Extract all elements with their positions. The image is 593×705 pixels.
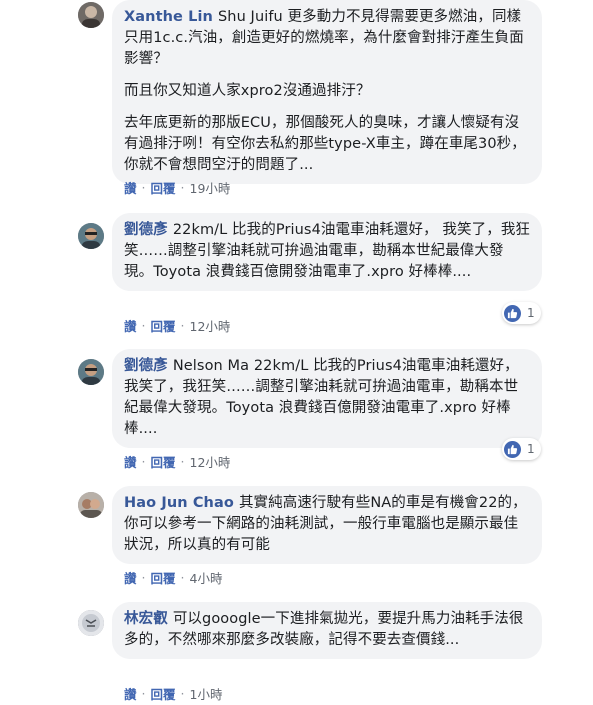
reply-button[interactable]: 回覆 bbox=[151, 452, 176, 471]
reaction-count[interactable]: 1 bbox=[502, 302, 541, 324]
comment-bubble: 劉德彥 22km/L 比我的Prius4油電車油耗還好， 我笑了，我狂笑……調整引… bbox=[112, 213, 542, 291]
comment-author-link[interactable]: Xanthe Lin bbox=[124, 9, 213, 25]
separator-dot: · bbox=[141, 570, 146, 585]
like-button[interactable]: 讚 bbox=[124, 316, 137, 335]
separator-dot: · bbox=[141, 318, 146, 333]
separator-dot: · bbox=[141, 180, 146, 195]
commenter-avatar[interactable] bbox=[78, 2, 104, 28]
commenter-avatar[interactable] bbox=[78, 610, 104, 636]
comment-text-3: 去年底更新的那版ECU，那個酸死人的臭味，才讓人懷疑有沒有過排汙咧！有空你去私約… bbox=[124, 115, 526, 173]
like-icon bbox=[504, 440, 521, 458]
separator-dot: · bbox=[141, 454, 146, 469]
comment-timestamp[interactable]: 12小時 bbox=[190, 452, 231, 471]
comment-text-2: 而且你又知道人家xpro2沒通過排汙？ bbox=[124, 83, 371, 99]
comment-paragraph: Hao Jun Chao 其實純高速行駛有些NA的車是有機會22的，你可以參考一下… bbox=[124, 493, 530, 556]
commenter-avatar[interactable] bbox=[78, 359, 104, 385]
separator-dot: · bbox=[180, 180, 185, 195]
comment-actions: 讚 · 回覆 · 19小時 bbox=[124, 178, 230, 197]
comment-author-link[interactable]: 林宏叡 bbox=[124, 611, 168, 627]
comment-paragraph: Xanthe Lin Shu Juifu 更多動力不見得需要更多燃油，同樣只用1c… bbox=[124, 7, 530, 70]
reaction-count[interactable]: 1 bbox=[502, 438, 541, 460]
comment-paragraph: 劉德彥 22km/L 比我的Prius4油電車油耗還好， 我笑了，我狂笑……調整引… bbox=[124, 220, 530, 283]
commenter-avatar[interactable] bbox=[78, 223, 104, 249]
commenter-avatar[interactable] bbox=[78, 492, 104, 518]
comment-actions: 讚 · 回覆 · 1小時 bbox=[124, 684, 222, 703]
reply-button[interactable]: 回覆 bbox=[151, 568, 176, 587]
comment-author-link[interactable]: 劉德彥 bbox=[124, 222, 168, 238]
comment-bubble: Hao Jun Chao 其實純高速行駛有些NA的車是有機會22的，你可以參考一下… bbox=[112, 486, 542, 564]
like-button[interactable]: 讚 bbox=[124, 568, 137, 587]
comment-bubble: 林宏叡 可以gooogle一下進排氣拋光，要提升馬力油耗手法很多的，不然哪來那麼多… bbox=[112, 602, 542, 659]
like-button[interactable]: 讚 bbox=[124, 684, 137, 703]
like-icon bbox=[504, 304, 521, 322]
comment-text: Nelson Ma 22km/L 比我的Prius4油電車油耗還好， 我笑了，我… bbox=[124, 358, 519, 437]
comment-paragraph: 劉德彥 Nelson Ma 22km/L 比我的Prius4油電車油耗還好， 我笑… bbox=[124, 356, 530, 440]
comment-author-link[interactable]: Hao Jun Chao bbox=[124, 495, 234, 511]
separator-dot: · bbox=[141, 686, 146, 701]
comment-text: 可以gooogle一下進排氣拋光，要提升馬力油耗手法很多的，不然哪來那麼多改裝廠… bbox=[124, 611, 524, 648]
like-button[interactable]: 讚 bbox=[124, 178, 137, 197]
comment-bubble: Xanthe Lin Shu Juifu 更多動力不見得需要更多燃油，同樣只用1c… bbox=[112, 0, 542, 184]
comment-paragraph: 林宏叡 可以gooogle一下進排氣拋光，要提升馬力油耗手法很多的，不然哪來那麼多… bbox=[124, 609, 530, 651]
reply-button[interactable]: 回覆 bbox=[151, 178, 176, 197]
reaction-number: 1 bbox=[527, 442, 535, 456]
comment-actions: 讚 · 回覆 · 4小時 bbox=[124, 568, 222, 587]
comment-text: 22km/L 比我的Prius4油電車油耗還好， 我笑了，我狂笑……調整引擎油耗… bbox=[124, 222, 531, 280]
comment-bubble: 劉德彥 Nelson Ma 22km/L 比我的Prius4油電車油耗還好， 我笑… bbox=[112, 349, 542, 448]
comment-timestamp[interactable]: 4小時 bbox=[190, 568, 223, 587]
comment-actions: 讚 · 回覆 · 12小時 bbox=[124, 452, 230, 471]
separator-dot: · bbox=[180, 454, 185, 469]
comment-timestamp[interactable]: 19小時 bbox=[190, 178, 231, 197]
separator-dot: · bbox=[180, 686, 185, 701]
comment-actions: 讚 · 回覆 · 12小時 bbox=[124, 316, 230, 335]
comment-timestamp[interactable]: 12小時 bbox=[190, 316, 231, 335]
separator-dot: · bbox=[180, 570, 185, 585]
comment-timestamp[interactable]: 1小時 bbox=[190, 684, 223, 703]
comment-author-link[interactable]: 劉德彥 bbox=[124, 358, 168, 374]
reaction-number: 1 bbox=[527, 306, 535, 320]
reply-button[interactable]: 回覆 bbox=[151, 316, 176, 335]
separator-dot: · bbox=[180, 318, 185, 333]
reply-button[interactable]: 回覆 bbox=[151, 684, 176, 703]
like-button[interactable]: 讚 bbox=[124, 452, 137, 471]
